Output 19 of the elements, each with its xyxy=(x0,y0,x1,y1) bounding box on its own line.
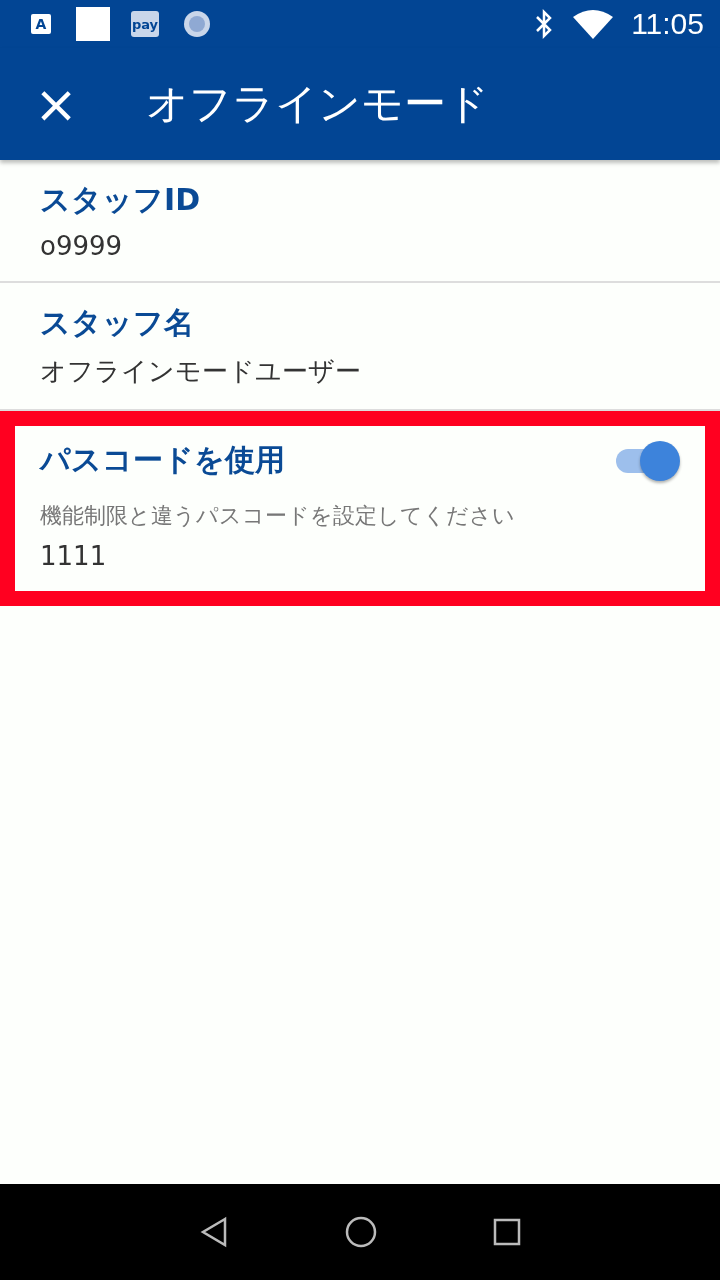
notification-icon xyxy=(76,7,110,41)
pay-icon: pay xyxy=(131,11,159,37)
setting-label: スタッフID xyxy=(40,181,202,219)
back-icon[interactable] xyxy=(199,1216,229,1248)
setting-value: 1111 xyxy=(40,541,108,571)
home-icon[interactable] xyxy=(345,1216,377,1248)
status-time: 11:05 xyxy=(631,7,704,41)
setting-value: o9999 xyxy=(40,231,124,261)
setting-label: パスコードを使用 xyxy=(40,441,285,479)
setting-hint: 機能制限と違うパスコードを設定してください xyxy=(40,502,516,530)
toggle-switch[interactable] xyxy=(614,440,680,481)
setting-label: スタッフ名 xyxy=(40,304,195,342)
setting-value: オフラインモードユーザー xyxy=(40,355,362,388)
screen-title: オフラインモード xyxy=(146,78,489,130)
recents-icon[interactable] xyxy=(493,1218,521,1246)
app-icon: A xyxy=(31,14,51,34)
loading-icon xyxy=(182,9,212,39)
close-button[interactable]: × xyxy=(0,48,112,160)
wifi-icon xyxy=(573,9,614,39)
